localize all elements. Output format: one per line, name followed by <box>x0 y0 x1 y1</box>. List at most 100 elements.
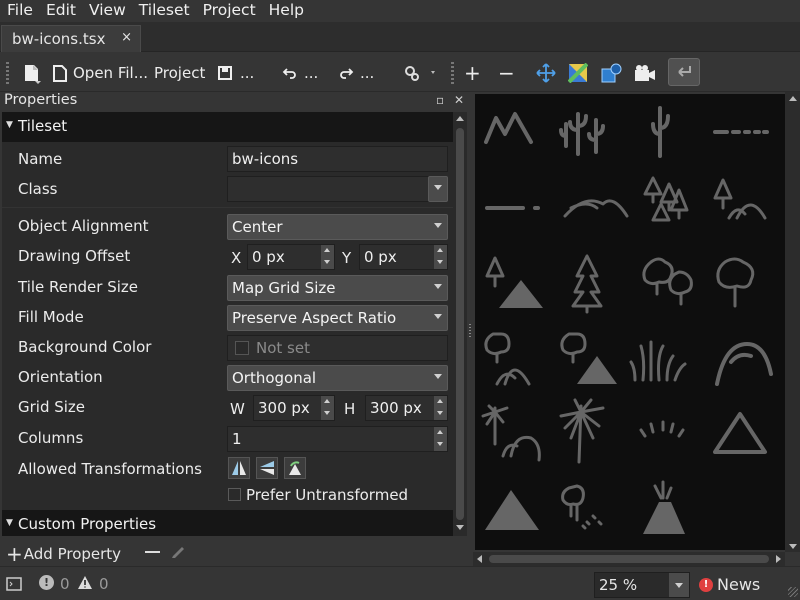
warning-icon[interactable] <box>77 575 93 590</box>
tileset-canvas[interactable] <box>475 94 787 550</box>
tab-close-icon[interactable]: × <box>121 30 132 45</box>
tree-dots-icon <box>561 484 603 530</box>
prefer-untransformed-checkbox[interactable] <box>228 488 241 501</box>
grid-width-value: 300 px <box>258 399 310 417</box>
class-field[interactable] <box>227 176 430 202</box>
add-property-button[interactable]: + Add Property <box>6 542 121 566</box>
add-property-label: Add Property <box>23 545 122 563</box>
float-dock-icon[interactable]: ▫ <box>436 93 444 107</box>
close-dock-icon[interactable]: ✕ <box>454 93 464 107</box>
grid-width-spinbox[interactable]: 300 px <box>253 395 335 421</box>
tile-render-size-select[interactable]: Map Grid Size <box>227 275 448 301</box>
properties-panel: ▼ Tileset Name bw-icons Class Object Ali… <box>2 112 453 536</box>
gears-icon <box>405 66 435 81</box>
rename-pencil-icon[interactable] <box>170 543 186 559</box>
edit-terrain-button[interactable] <box>568 62 588 84</box>
offset-y-label: Y <box>342 249 352 267</box>
background-color-value: Not set <box>256 339 310 357</box>
background-color-picker[interactable]: Not set <box>227 335 448 361</box>
news-label: News <box>717 575 761 594</box>
scroll-down-icon[interactable] <box>456 525 464 530</box>
orientation-label: Orientation <box>18 368 103 386</box>
offset-y-value: 0 px <box>364 248 397 266</box>
grass-icon <box>629 340 687 382</box>
properties-dock-title: Properties ▫ ✕ <box>0 92 468 112</box>
remove-tiles-button[interactable]: − <box>498 61 515 85</box>
dynamic-wrapping-button[interactable] <box>536 62 556 84</box>
resize-grip[interactable] <box>788 587 798 597</box>
warning-count: 0 <box>99 575 109 593</box>
project-button[interactable]: Project <box>154 62 205 84</box>
grid-height-spinbox[interactable]: 300 px <box>365 395 448 421</box>
edit-collision-button[interactable] <box>601 62 623 84</box>
project-label: Project <box>154 64 206 82</box>
toolbar-grip-2[interactable] <box>451 62 454 84</box>
scroll-up-icon[interactable] <box>456 116 464 121</box>
tile-render-size-label: Tile Render Size <box>18 278 138 296</box>
zoom-combobox[interactable]: 25 % <box>594 572 690 598</box>
save-more-label: ... <box>240 64 255 82</box>
grid-size-label: Grid Size <box>18 398 86 416</box>
news-alert-icon: ! <box>699 577 713 592</box>
tileset-horizontal-scrollbar[interactable] <box>473 552 785 566</box>
menu-bar: File Edit View Tileset Project Help <box>0 0 800 22</box>
properties-scrollbar[interactable] <box>453 112 467 536</box>
fill-mode-select[interactable]: Preserve Aspect Ratio <box>227 305 448 331</box>
tab-bw-icons[interactable]: bw-icons.tsx × <box>1 25 141 52</box>
new-file-button[interactable] <box>20 62 42 84</box>
tileset-settings-button[interactable] <box>404 62 438 84</box>
orientation-select[interactable]: Orthogonal <box>227 365 448 391</box>
sprout-icon <box>639 420 685 438</box>
deciduous-forest-icon <box>642 257 693 306</box>
group-header-custom-properties[interactable]: ▼ Custom Properties <box>2 510 453 536</box>
undo-button[interactable]: ... <box>282 62 318 84</box>
scroll-up-icon[interactable] <box>789 96 797 101</box>
horizontal-scroll-thumb[interactable] <box>489 555 769 563</box>
name-field[interactable]: bw-icons <box>227 146 448 172</box>
scroll-left-icon[interactable] <box>477 555 482 563</box>
undo-icon <box>282 68 296 79</box>
tile-animation-button[interactable] <box>633 62 657 84</box>
error-icon[interactable]: ! <box>39 575 54 590</box>
news-button[interactable]: ! News <box>699 575 760 594</box>
open-file-button[interactable]: Open Fil... <box>50 62 148 84</box>
tileset-view <box>473 92 800 566</box>
group-custom-label: Custom Properties <box>18 515 157 533</box>
flip-horizontal-icon <box>232 461 246 475</box>
toolbar-grip[interactable] <box>6 62 9 84</box>
group-header-tileset[interactable]: ▼ Tileset <box>2 112 453 142</box>
remove-property-icon[interactable] <box>145 551 160 553</box>
redo-button[interactable]: ... <box>338 62 374 84</box>
hills-outline-icon <box>563 199 629 218</box>
zoom-dropdown-button[interactable] <box>669 573 689 597</box>
drawing-offset-label: Drawing Offset <box>18 247 131 265</box>
scroll-thumb[interactable] <box>456 128 464 520</box>
volcano-icon <box>653 480 673 500</box>
flip-vertical-toggle[interactable] <box>256 457 278 479</box>
menu-tileset[interactable]: Tileset <box>132 0 196 22</box>
offset-x-spinbox[interactable]: 0 px <box>247 244 335 270</box>
cactus-icon <box>651 106 670 158</box>
background-color-label: Background Color <box>18 338 152 356</box>
add-tiles-button[interactable]: + <box>464 61 481 85</box>
tileset-vertical-scrollbar[interactable] <box>785 92 800 552</box>
offset-y-spinbox[interactable]: 0 px <box>359 244 448 270</box>
open-file-icon <box>53 65 67 82</box>
flip-horizontal-toggle[interactable] <box>228 457 250 479</box>
object-alignment-select[interactable]: Center <box>227 214 448 240</box>
scroll-down-icon[interactable] <box>789 544 797 549</box>
save-button[interactable]: ... <box>216 62 254 84</box>
pine-forest-icon <box>643 176 689 222</box>
menu-project[interactable]: Project <box>196 0 262 22</box>
menu-edit[interactable]: Edit <box>39 0 82 22</box>
console-icon[interactable] <box>6 577 22 591</box>
menu-file[interactable]: File <box>0 0 39 22</box>
triangle-filled-icon <box>485 490 539 530</box>
return-button[interactable] <box>668 58 700 86</box>
class-dropdown-button[interactable] <box>428 176 448 202</box>
rotate-toggle[interactable] <box>284 457 306 479</box>
menu-view[interactable]: View <box>82 0 132 22</box>
menu-help[interactable]: Help <box>262 0 310 22</box>
scroll-right-icon[interactable] <box>776 555 781 563</box>
columns-spinbox[interactable]: 1 <box>227 426 448 452</box>
